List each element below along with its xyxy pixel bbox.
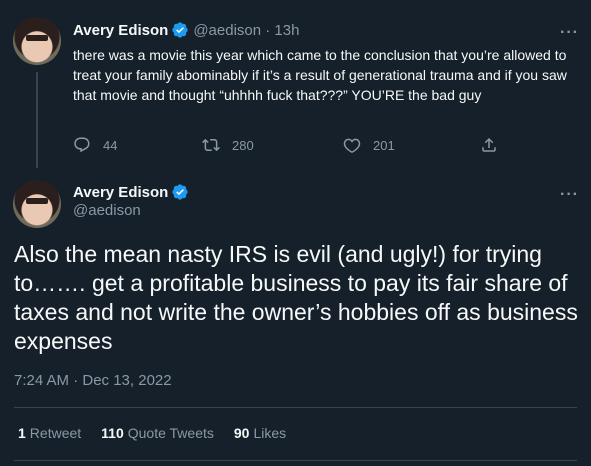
retweet-button[interactable]: 280	[202, 136, 254, 154]
like-count: 201	[373, 137, 395, 153]
tweet-text: there was a movie this year which came t…	[73, 47, 567, 103]
divider	[14, 460, 577, 461]
like-stat-count: 90	[233, 425, 250, 441]
avatar[interactable]	[13, 17, 61, 65]
thread-line	[36, 72, 38, 168]
verified-icon	[172, 22, 188, 38]
divider	[14, 407, 577, 408]
reply-icon	[74, 137, 90, 153]
tweet-header: Avery Edison	[73, 183, 189, 201]
author-name[interactable]: Avery Edison	[73, 184, 168, 201]
retweet-count: 280	[232, 137, 254, 153]
retweet-icon	[202, 138, 220, 152]
tweet-stats: 1 Retweet 110 Quote Tweets 90 Likes	[18, 425, 306, 441]
retweet-stat-label: Retweet	[29, 425, 82, 441]
like-stat[interactable]: 90 Likes	[234, 425, 286, 441]
retweet-stat[interactable]: 1 Retweet	[18, 425, 81, 441]
quote-stat-count: 110	[101, 425, 124, 441]
retweet-stat-count: 1	[18, 425, 26, 441]
verified-icon	[172, 184, 188, 200]
reply-count: 44	[103, 137, 118, 153]
tweet-timestamp[interactable]: 7:24 AM · Dec 13, 2022	[14, 372, 172, 389]
author-handle[interactable]: @aedison	[73, 202, 141, 219]
reply-button[interactable]: 44	[73, 136, 117, 154]
author-name[interactable]: Avery Edison	[73, 22, 168, 39]
share-icon	[482, 137, 496, 152]
avatar[interactable]	[13, 180, 61, 228]
more-icon[interactable]: ···	[560, 25, 579, 41]
like-icon	[343, 138, 361, 153]
like-button[interactable]: 201	[343, 136, 395, 154]
tweet-header: Avery Edison @aedison · 13h	[73, 21, 299, 39]
quote-stat[interactable]: 110 Quote Tweets	[101, 425, 214, 441]
like-stat-label: Likes	[253, 425, 287, 441]
share-button[interactable]	[480, 136, 510, 154]
more-icon[interactable]: ···	[560, 187, 579, 203]
quote-stat-label: Quote Tweets	[127, 425, 214, 441]
handle-time[interactable]: @aedison · 13h	[193, 22, 299, 39]
tweet-text: Also the mean nasty IRS is evil (and ugl…	[14, 241, 578, 354]
